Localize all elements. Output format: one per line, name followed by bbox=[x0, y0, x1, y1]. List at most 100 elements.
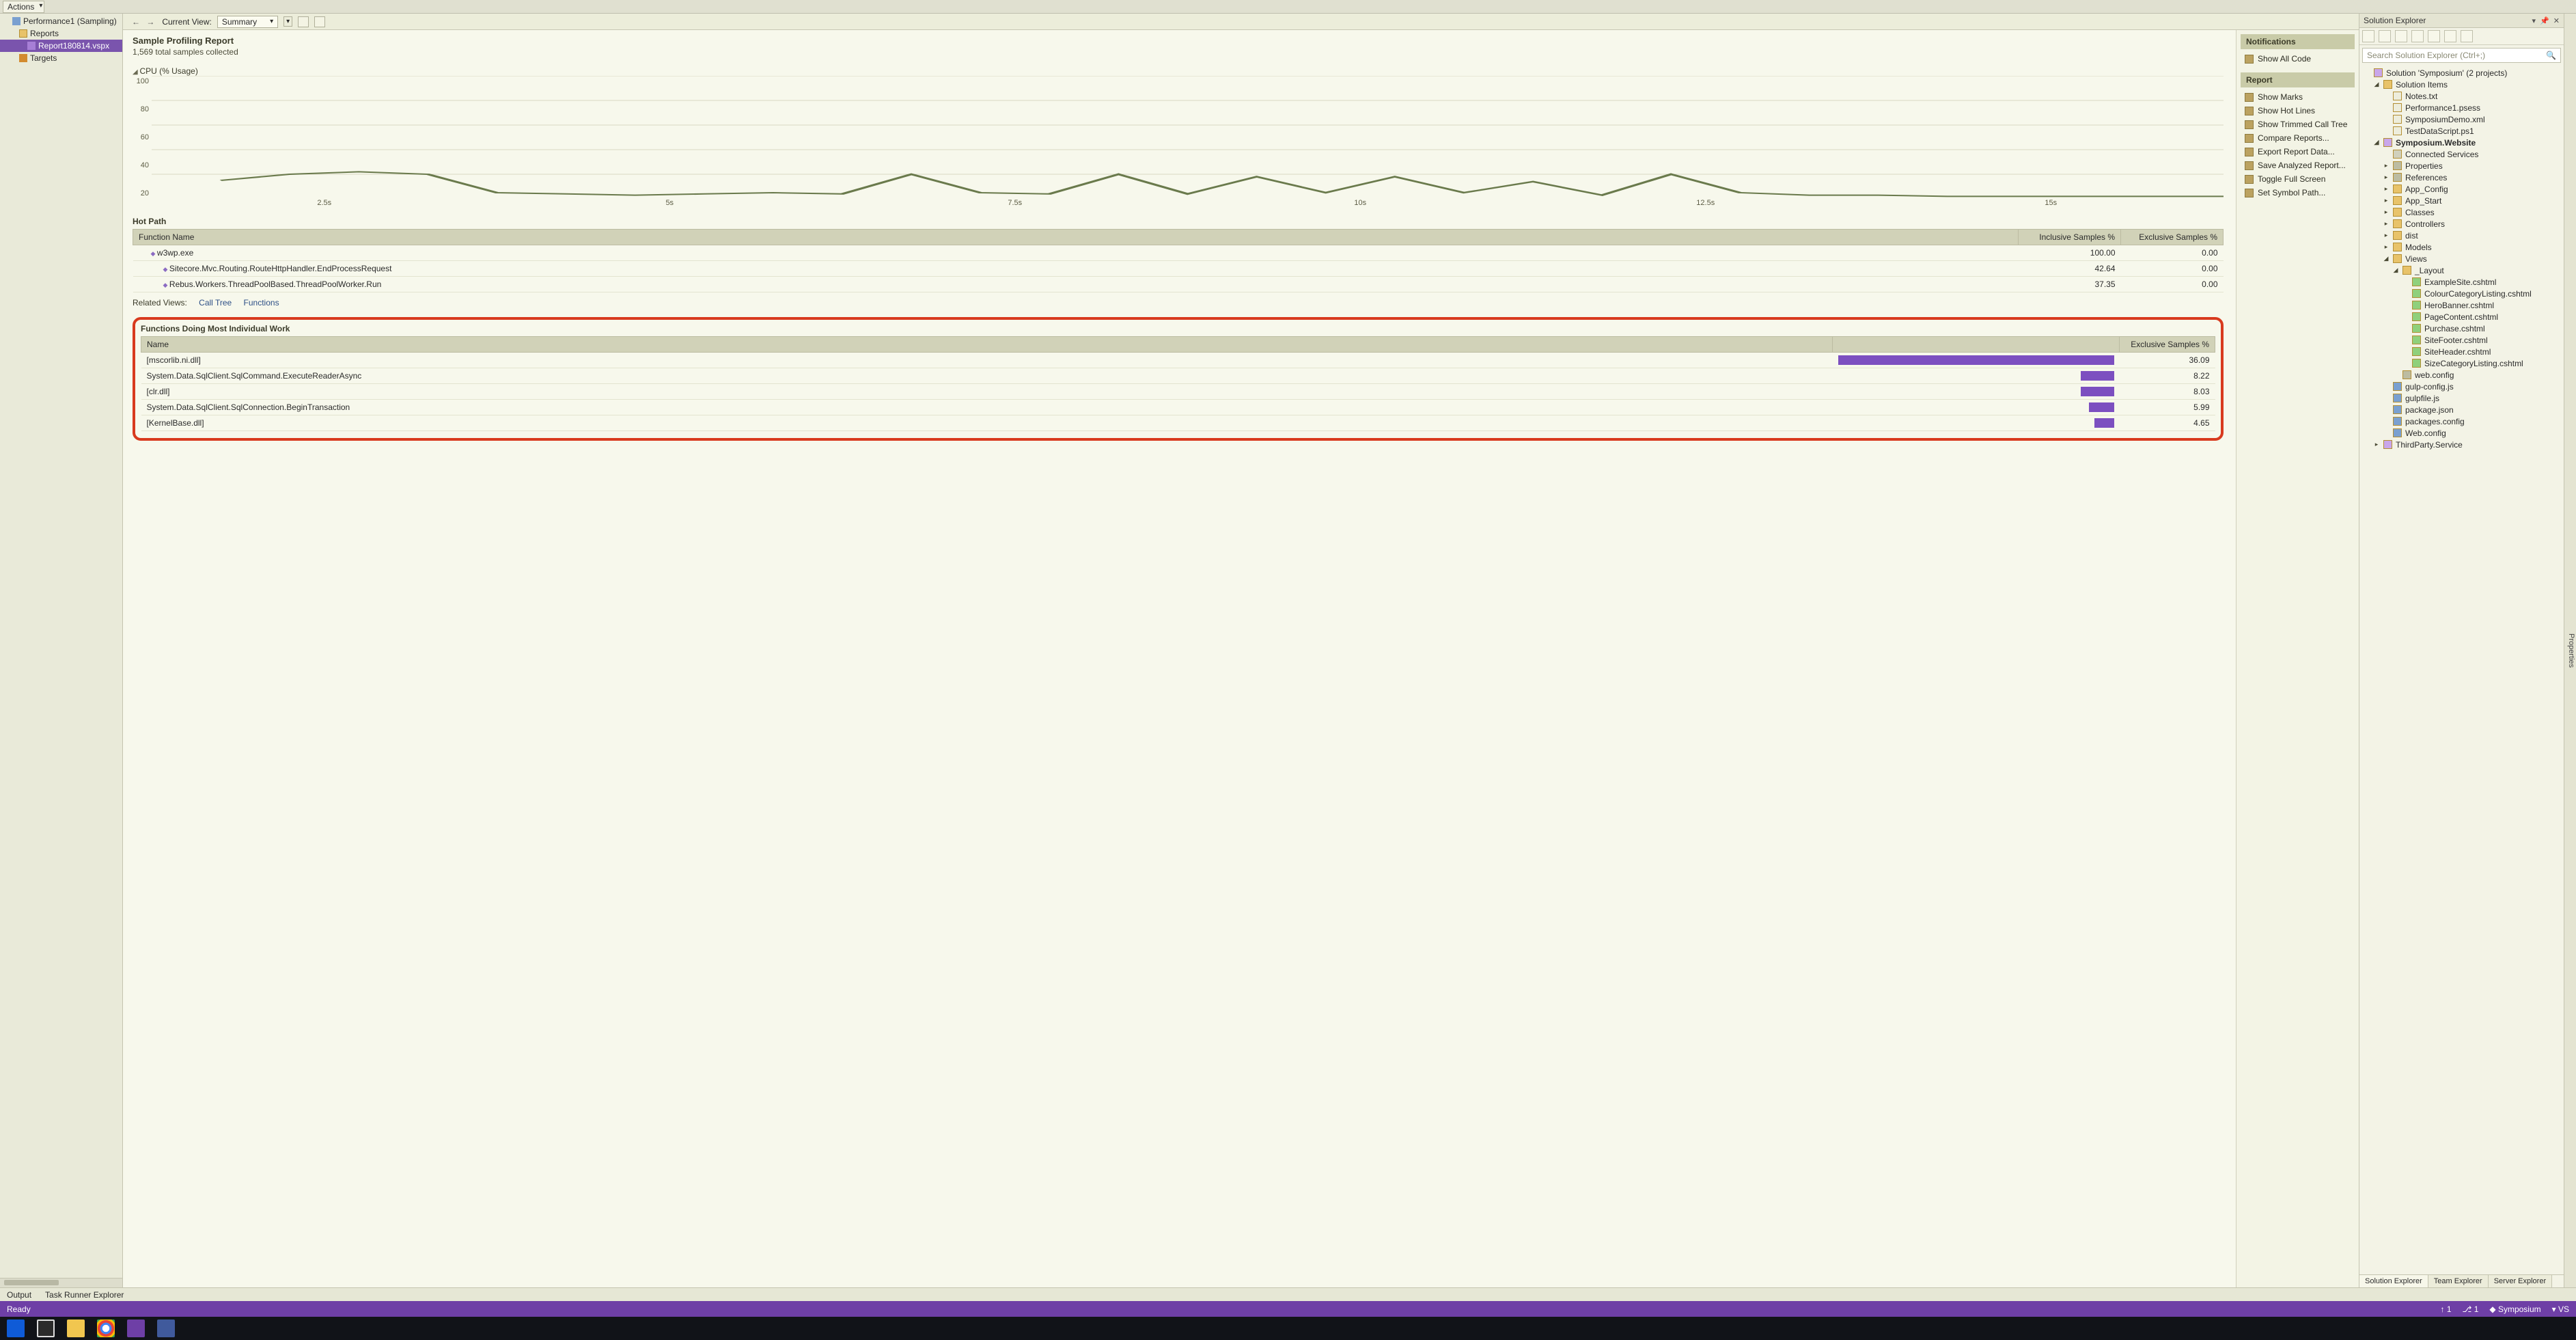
collapse-icon[interactable] bbox=[2411, 30, 2424, 42]
report-action-link[interactable]: Set Symbol Path... bbox=[2241, 186, 2355, 200]
col-function-name[interactable]: Function Name bbox=[133, 230, 2019, 245]
solution-search[interactable]: Search Solution Explorer (Ctrl+;) 🔍 bbox=[2362, 48, 2561, 63]
tab-task-runner[interactable]: Task Runner Explorer bbox=[38, 1289, 130, 1301]
expander-icon[interactable]: ◢ bbox=[2383, 255, 2390, 262]
solution-items-node[interactable]: ◢Solution Items bbox=[2359, 79, 2564, 90]
tab-team-explorer[interactable]: Team Explorer bbox=[2428, 1275, 2489, 1287]
nav-back-icon[interactable]: ← bbox=[130, 17, 142, 27]
expander-icon[interactable]: ▸ bbox=[2383, 185, 2390, 193]
taskbar-chrome-icon[interactable] bbox=[97, 1320, 115, 1337]
project-file[interactable]: gulp-config.js bbox=[2359, 381, 2564, 392]
report-action-link[interactable]: Show Hot Lines bbox=[2241, 104, 2355, 118]
table-row[interactable]: System.Data.SqlClient.SqlConnection.Begi… bbox=[141, 400, 2215, 415]
toolbar-button-2[interactable] bbox=[314, 16, 325, 27]
targets-node[interactable]: Targets bbox=[0, 52, 122, 64]
table-row[interactable]: [KernelBase.dll]4.65 bbox=[141, 415, 2215, 431]
layout-folder[interactable]: ◢_Layout bbox=[2359, 264, 2564, 276]
report-action-link[interactable]: Compare Reports... bbox=[2241, 131, 2355, 145]
dropdown-chevron-icon[interactable]: ▾ bbox=[283, 16, 292, 27]
project-folder[interactable]: ▸App_Config bbox=[2359, 183, 2564, 195]
home-icon[interactable] bbox=[2362, 30, 2374, 42]
report-action-link[interactable]: Show Trimmed Call Tree bbox=[2241, 118, 2355, 131]
report-action-link[interactable]: Toggle Full Screen bbox=[2241, 172, 2355, 186]
link-functions[interactable]: Functions bbox=[244, 298, 279, 307]
reports-node[interactable]: Reports bbox=[0, 27, 122, 40]
table-row[interactable]: [mscorlib.ni.dll]36.09 bbox=[141, 353, 2215, 368]
sync-icon[interactable] bbox=[2379, 30, 2391, 42]
panel-close-icon[interactable]: ✕ bbox=[2553, 16, 2560, 25]
solution-item-file[interactable]: SymposiumDemo.xml bbox=[2359, 113, 2564, 125]
scrollbar-thumb[interactable] bbox=[4, 1280, 59, 1285]
chart-plot-area[interactable] bbox=[152, 76, 2224, 199]
solution-item-file[interactable]: Notes.txt bbox=[2359, 90, 2564, 102]
expander-icon[interactable]: ▸ bbox=[2383, 232, 2390, 239]
cshtml-file[interactable]: HeroBanner.cshtml bbox=[2359, 299, 2564, 311]
project-folder[interactable]: ▸App_Start bbox=[2359, 195, 2564, 206]
expander-icon[interactable]: ▸ bbox=[2373, 441, 2380, 448]
expander-icon[interactable]: ▸ bbox=[2383, 197, 2390, 204]
show-all-icon[interactable] bbox=[2428, 30, 2440, 42]
cshtml-file[interactable]: SiteHeader.cshtml bbox=[2359, 346, 2564, 357]
solution-root[interactable]: Solution 'Symposium' (2 projects) bbox=[2359, 67, 2564, 79]
taskbar-app-icon[interactable] bbox=[157, 1320, 175, 1337]
project-file[interactable]: gulpfile.js bbox=[2359, 392, 2564, 404]
project-file[interactable]: Web.config bbox=[2359, 427, 2564, 439]
cshtml-file[interactable]: PageContent.cshtml bbox=[2359, 311, 2564, 323]
project-folder[interactable]: ▸Classes bbox=[2359, 206, 2564, 218]
project-folder[interactable]: ▸Models bbox=[2359, 241, 2564, 253]
references-node[interactable]: ▸References bbox=[2359, 172, 2564, 183]
cshtml-file[interactable]: ExampleSite.cshtml bbox=[2359, 276, 2564, 288]
col-func-exc[interactable]: Exclusive Samples % bbox=[2120, 337, 2215, 353]
project-folder[interactable]: ▸dist bbox=[2359, 230, 2564, 241]
taskbar-file-explorer-icon[interactable] bbox=[67, 1320, 85, 1337]
cshtml-file[interactable]: ColourCategoryListing.cshtml bbox=[2359, 288, 2564, 299]
nav-forward-icon[interactable]: → bbox=[144, 17, 156, 27]
project-website[interactable]: ◢Symposium.Website bbox=[2359, 137, 2564, 148]
link-call-tree[interactable]: Call Tree bbox=[199, 298, 232, 307]
start-button[interactable] bbox=[7, 1320, 25, 1337]
table-row[interactable]: Rebus.Workers.ThreadPoolBased.ThreadPool… bbox=[133, 277, 2224, 292]
taskbar-search-icon[interactable] bbox=[37, 1320, 55, 1337]
table-row[interactable]: Sitecore.Mvc.Routing.RouteHttpHandler.En… bbox=[133, 261, 2224, 277]
connected-services[interactable]: Connected Services bbox=[2359, 148, 2564, 160]
expander-icon[interactable]: ◢ bbox=[2392, 266, 2399, 274]
solution-item-file[interactable]: TestDataScript.ps1 bbox=[2359, 125, 2564, 137]
toolbar-button-1[interactable] bbox=[298, 16, 309, 27]
cshtml-file[interactable]: SizeCategoryListing.cshtml bbox=[2359, 357, 2564, 369]
col-inclusive[interactable]: Inclusive Samples % bbox=[2019, 230, 2121, 245]
properties-icon[interactable] bbox=[2444, 30, 2456, 42]
performance-session-node[interactable]: Performance1 (Sampling) bbox=[0, 15, 122, 27]
expander-icon[interactable]: ◢ bbox=[2373, 139, 2380, 146]
report-action-link[interactable]: Show Marks bbox=[2241, 90, 2355, 104]
panel-dropdown-icon[interactable]: ▾ bbox=[2532, 16, 2536, 25]
expander-icon[interactable]: ▸ bbox=[2383, 220, 2390, 228]
web-config-file[interactable]: web.config bbox=[2359, 369, 2564, 381]
branch-icon[interactable]: ⎇ 1 bbox=[2463, 1304, 2479, 1314]
properties-node[interactable]: ▸Properties bbox=[2359, 160, 2564, 172]
col-exclusive[interactable]: Exclusive Samples % bbox=[2121, 230, 2224, 245]
status-vs[interactable]: ▾ VS bbox=[2552, 1304, 2569, 1314]
views-folder[interactable]: ◢Views bbox=[2359, 253, 2564, 264]
table-row[interactable]: [clr.dll]8.03 bbox=[141, 384, 2215, 400]
preview-icon[interactable] bbox=[2461, 30, 2473, 42]
col-func-name[interactable]: Name bbox=[141, 337, 1833, 353]
report-action-link[interactable]: Export Report Data... bbox=[2241, 145, 2355, 159]
refresh-icon[interactable] bbox=[2395, 30, 2407, 42]
cshtml-file[interactable]: Purchase.cshtml bbox=[2359, 323, 2564, 334]
panel-pin-icon[interactable]: 📌 bbox=[2540, 16, 2549, 25]
publish-icon[interactable]: ↑ 1 bbox=[2441, 1304, 2452, 1314]
project-thirdparty[interactable]: ▸ThirdParty.Service bbox=[2359, 439, 2564, 450]
expander-icon[interactable]: ▸ bbox=[2383, 243, 2390, 251]
properties-vertical-tab[interactable]: Properties bbox=[2564, 14, 2576, 1287]
tab-server-explorer[interactable]: Server Explorer bbox=[2489, 1275, 2552, 1287]
expander-icon[interactable]: ▸ bbox=[2383, 162, 2390, 169]
current-view-select[interactable]: Summary bbox=[217, 16, 278, 28]
taskbar-visual-studio-icon[interactable] bbox=[127, 1320, 145, 1337]
source-control-branch[interactable]: ◆ Symposium bbox=[2489, 1304, 2540, 1314]
expander-icon[interactable]: ▸ bbox=[2383, 174, 2390, 181]
report-action-link[interactable]: Save Analyzed Report... bbox=[2241, 159, 2355, 172]
link-show-all-code[interactable]: Show All Code bbox=[2241, 52, 2355, 66]
horizontal-scrollbar[interactable] bbox=[0, 1278, 122, 1287]
table-row[interactable]: w3wp.exe100.000.00 bbox=[133, 245, 2224, 261]
expander-icon[interactable]: ◢ bbox=[2373, 81, 2380, 88]
